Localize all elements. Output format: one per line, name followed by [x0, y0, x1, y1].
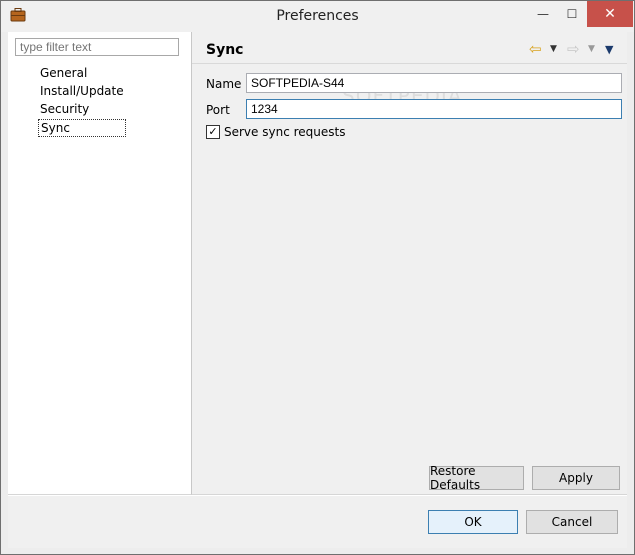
filter-input[interactable]: [15, 38, 179, 56]
apply-button[interactable]: Apply: [532, 466, 620, 490]
name-field[interactable]: [246, 73, 622, 93]
dialog-content: General Install/Update Security Sync Syn…: [8, 32, 627, 548]
tree-item-general[interactable]: General: [38, 64, 126, 82]
cancel-button[interactable]: Cancel: [526, 510, 618, 534]
restore-defaults-button[interactable]: Restore Defaults: [429, 464, 524, 492]
tree-item-install-update[interactable]: Install/Update: [38, 82, 126, 100]
arrow-left-icon[interactable]: ⇦: [529, 40, 542, 58]
page-title: Sync: [206, 42, 244, 58]
preferences-window: Preferences — ☐ ✕ General Install/Update…: [0, 0, 635, 555]
serve-sync-row[interactable]: ✓ Serve sync requests: [206, 125, 345, 139]
name-label: Name: [206, 77, 242, 91]
back-dropdown-icon[interactable]: ▼: [550, 41, 557, 57]
ok-button[interactable]: OK: [428, 510, 518, 534]
footer-separator: [8, 495, 627, 496]
close-button[interactable]: ✕: [587, 1, 633, 27]
preference-page: Sync ⇦ ▼ ⇨ ▼ ▼ SOFTPEDIA Name Port ✓ Ser…: [192, 32, 627, 495]
title-separator: [192, 63, 627, 64]
view-menu-icon[interactable]: ▼: [605, 41, 613, 57]
minimize-button[interactable]: —: [528, 1, 558, 27]
preference-tree: General Install/Update Security Sync: [38, 64, 126, 137]
tree-item-security[interactable]: Security: [38, 100, 126, 118]
arrow-right-icon[interactable]: ⇨: [567, 40, 580, 58]
port-label: Port: [206, 103, 230, 117]
port-field[interactable]: [246, 99, 622, 119]
maximize-button[interactable]: ☐: [558, 1, 586, 27]
serve-sync-label: Serve sync requests: [224, 125, 346, 139]
forward-dropdown-icon[interactable]: ▼: [588, 41, 595, 57]
serve-sync-checkbox[interactable]: ✓: [206, 125, 220, 139]
title-bar[interactable]: Preferences — ☐ ✕: [1, 1, 634, 32]
preference-tree-pane: General Install/Update Security Sync: [8, 32, 192, 495]
tree-item-sync[interactable]: Sync: [38, 119, 126, 137]
